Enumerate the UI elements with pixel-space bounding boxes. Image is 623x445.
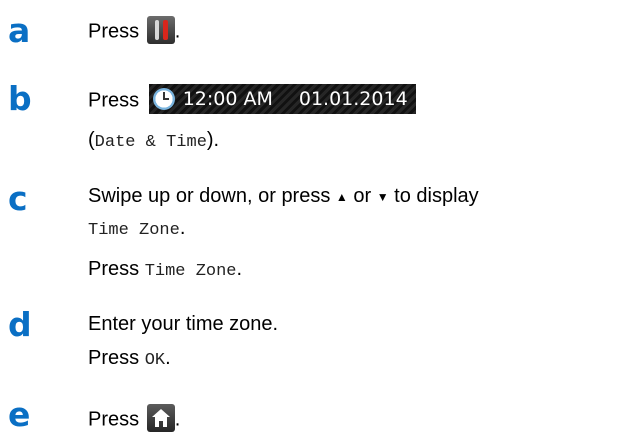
step-c-letter: c bbox=[8, 179, 28, 218]
step-d-instruction: Enter your time zone. bbox=[88, 313, 279, 335]
step-c-option-line: Time Zone. bbox=[88, 216, 185, 243]
step-d-press-line: Press OK. bbox=[88, 346, 171, 373]
ok-button[interactable]: OK bbox=[145, 351, 165, 370]
date-time-button[interactable]: 12:00 AM 01.01.2014 bbox=[148, 84, 416, 114]
down-arrow-icon: ▼ bbox=[376, 190, 389, 204]
press-label: Press bbox=[88, 20, 140, 43]
date-display: 01.01.2014 bbox=[298, 88, 408, 110]
step-b-letter: b bbox=[8, 79, 32, 118]
paren-open: ( bbox=[88, 129, 95, 151]
step-b-menu-line: (Date & Time). bbox=[88, 128, 219, 155]
press-label: Press bbox=[88, 408, 140, 431]
time-display: 12:00 AM bbox=[182, 88, 273, 110]
step-a-letter: a bbox=[8, 11, 31, 50]
press-label: Press bbox=[88, 347, 140, 369]
step-c-press-line: Press Time Zone. bbox=[88, 257, 242, 284]
press-label: Press bbox=[88, 89, 140, 112]
tools-icon[interactable] bbox=[146, 16, 175, 44]
press-label: Press bbox=[88, 258, 140, 280]
step-e-instruction: Press . bbox=[88, 404, 181, 434]
home-icon[interactable] bbox=[146, 404, 175, 432]
period: . bbox=[236, 258, 243, 280]
up-arrow-icon: ▲ bbox=[335, 190, 348, 204]
date-time-menu-name: Date & Time bbox=[94, 133, 207, 152]
step-d-letter: d bbox=[8, 305, 32, 344]
clock-icon bbox=[152, 88, 175, 110]
swipe-text: Swipe up or down, or press bbox=[88, 185, 331, 207]
step-e-letter: e bbox=[8, 395, 31, 434]
or-text: or bbox=[353, 185, 372, 207]
step-a-instruction: Press . bbox=[88, 16, 181, 46]
period: . bbox=[165, 347, 171, 369]
period: . bbox=[174, 20, 181, 43]
step-b-instruction: Press 12:00 AM 01.01.2014 bbox=[88, 84, 416, 116]
paren-close: ). bbox=[206, 129, 220, 151]
time-zone-option: Time Zone bbox=[88, 221, 180, 240]
period: . bbox=[174, 408, 181, 431]
time-zone-button[interactable]: Time Zone bbox=[145, 262, 237, 281]
step-c-instruction: Swipe up or down, or press ▲ or ▼ to dis… bbox=[88, 184, 479, 210]
to-display-text: to display bbox=[394, 185, 479, 207]
period: . bbox=[179, 217, 186, 239]
